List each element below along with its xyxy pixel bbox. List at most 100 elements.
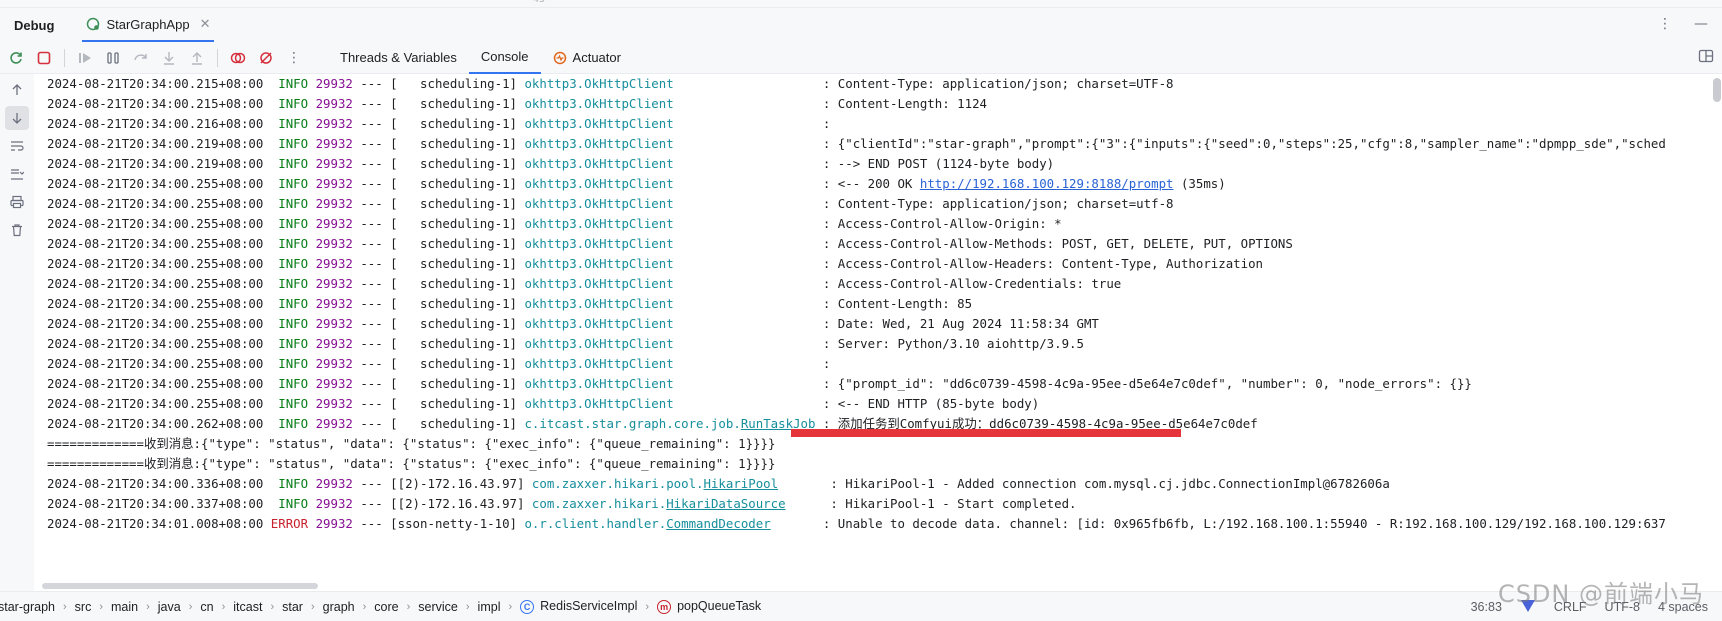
file-encoding[interactable]: UTF-8 [1605,600,1640,614]
log-timestamp: 2024-08-21T20:34:00.216+08:00 [47,116,271,131]
vertical-scrollbar[interactable] [1713,78,1721,102]
indent-setting[interactable]: 4 spaces [1658,600,1708,614]
log-pid: 29932 [315,76,353,91]
step-over-icon[interactable] [129,46,153,70]
breadcrumb-separator: › [146,600,150,613]
breadcrumb-item[interactable]: core [374,600,398,614]
log-message: : <-- 200 OK [822,176,920,191]
panel-title: Debug [14,17,55,33]
log-timestamp: 2024-08-21T20:34:00.255+08:00 [47,256,271,271]
console-output[interactable]: 2024-08-21T20:34:00.215+08:00 INFO 29932… [34,74,1722,591]
log-separator: --- [ [352,296,398,311]
breadcrumb-item[interactable]: main [111,600,138,614]
view-breakpoints-icon[interactable] [226,46,250,70]
log-thread: scheduling-1] [397,236,525,251]
trash-icon[interactable] [5,218,29,242]
minimize-icon[interactable]: — [1694,16,1708,32]
session-tab-stargraphapp[interactable]: StarGraphApp ✕ [82,8,215,42]
log-thread: scheduling-1] [397,336,525,351]
log-timestamp: 2024-08-21T20:34:00.219+08:00 [47,136,271,151]
log-level: INFO [270,376,316,391]
log-logger: okhttp3.OkHttpClient [524,356,674,371]
breadcrumb-item[interactable]: java [158,600,181,614]
log-timestamp: 2024-08-21T20:34:00.337+08:00 [47,496,271,511]
rerun-icon[interactable] [4,46,28,70]
more-actions-icon[interactable]: ⋮ [282,46,306,70]
close-icon[interactable]: ✕ [200,16,211,32]
log-timestamp: 2024-08-21T20:34:00.255+08:00 [47,396,271,411]
up-arrow-icon[interactable] [5,78,29,102]
log-pid: 29932 [315,276,353,291]
soft-wrap-icon[interactable] [5,134,29,158]
log-level: INFO [270,296,316,311]
log-logger: okhttp3.OkHttpClient [524,196,674,211]
breadcrumb-item[interactable]: itcast [233,600,262,614]
highlight-underline [791,429,1181,437]
log-thread: scheduling-1] [397,96,525,111]
layout-icon[interactable] [1698,48,1714,68]
tab-actuator[interactable]: Actuator [541,42,633,74]
breadcrumb-item[interactable]: star [282,600,303,614]
log-message: : Content-Length: 85 [822,296,973,311]
log-logger: o.r.client.handler.CommandDecoder [524,516,771,531]
stop-icon[interactable] [32,46,56,70]
log-logger: com.zaxxer.hikari.pool.HikariPool [531,476,779,491]
step-out-icon[interactable] [185,46,209,70]
mute-breakpoints-icon[interactable] [254,46,278,70]
log-pid: 29932 [315,416,353,431]
tab-console[interactable]: Console [468,42,541,74]
breadcrumb-item[interactable]: service [418,600,458,614]
breadcrumb-item[interactable]: impl [478,600,501,614]
log-pid: 29932 [315,216,353,231]
log-link[interactable]: http://192.168.100.129:8188/prompt [920,176,1174,191]
log-thread: scheduling-1] [397,256,525,271]
log-pid: 29932 [315,96,353,111]
scroll-to-end-icon[interactable] [5,106,29,130]
log-logger: okhttp3.OkHttpClient [524,256,674,271]
caret-position[interactable]: 36:83 [1471,600,1502,614]
log-separator: --- [ [352,476,398,491]
log-separator: --- [ [352,356,398,371]
console-line: 2024-08-21T20:34:01.008+08:00 ERROR 2993… [47,514,1666,534]
breadcrumb-item[interactable]: star-graph [0,600,55,614]
breadcrumb-item[interactable]: src [75,600,92,614]
toolbar-separator [64,48,65,67]
horizontal-scrollbar[interactable] [42,583,318,589]
breadcrumb-item[interactable]: cn [200,600,213,614]
console-line: 2024-08-21T20:34:00.337+08:00 INFO 29932… [47,494,1077,514]
breadcrumb-separator: › [221,600,226,613]
breadcrumb-class[interactable]: C RedisServiceImpl [520,599,637,614]
step-into-icon[interactable] [157,46,181,70]
print-icon[interactable] [5,190,29,214]
tab-threads-variables[interactable]: Threads & Variables [328,42,469,74]
log-timestamp: 2024-08-21T20:34:01.008+08:00 [47,516,271,531]
log-message: : Access-Control-Allow-Methods: POST, GE… [822,236,1293,251]
scroll-down-lines-icon[interactable] [5,162,29,186]
breadcrumb: star-graph › src › main › java › cn › itcast › star ›… [0,599,761,614]
breadcrumb-method[interactable]: m popQueueTask [657,599,761,614]
log-message-suffix: (35ms) [1173,176,1226,191]
log-separator: --- [ [352,76,398,91]
line-ending[interactable]: CRLF [1554,600,1587,614]
breadcrumb-item[interactable]: graph [323,600,355,614]
log-level: INFO [270,136,316,151]
log-message: : Server: Python/3.10 aiohttp/3.9.5 [822,336,1084,351]
log-timestamp: 2024-08-21T20:34:00.215+08:00 [47,96,271,111]
log-level: INFO [270,196,316,211]
more-options-icon[interactable]: ⋮ [1658,16,1672,32]
resume-icon[interactable] [73,46,97,70]
console-text: =============收到消息:{"type": "status", "da… [47,436,776,451]
log-pid: 29932 [315,396,353,411]
log-thread: scheduling-1] [397,116,525,131]
toolbar-separator [217,48,218,67]
log-timestamp: 2024-08-21T20:34:00.255+08:00 [47,296,271,311]
log-logger: okhttp3.OkHttpClient [524,96,674,111]
log-logger: okhttp3.OkHttpClient [524,216,674,231]
vcs-icon[interactable] [1520,599,1536,616]
log-level: INFO [270,76,316,91]
pause-icon[interactable] [101,46,125,70]
log-message: : <-- END HTTP (85-byte body) [822,396,1040,411]
log-timestamp: 2024-08-21T20:34:00.255+08:00 [47,176,271,191]
log-separator: --- [ [352,156,398,171]
log-separator: --- [ [352,216,398,231]
